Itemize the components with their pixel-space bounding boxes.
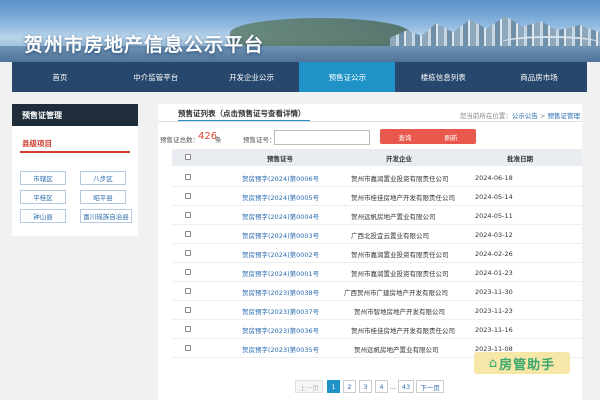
permit-number-link[interactable]: 贺房预字(2024)第0003号 <box>242 225 319 244</box>
county-link[interactable]: 富川瑶族自治县 <box>80 209 132 223</box>
approval-date: 2023-11-30 <box>475 287 513 296</box>
permit-number-link[interactable]: 贺房预字(2023)第0036号 <box>242 320 319 339</box>
permit-number-link[interactable]: 贺房预字(2024)第0004号 <box>242 206 319 225</box>
permit-number-link[interactable]: 贺房预字(2024)第0005号 <box>242 187 319 206</box>
developer-name: 贺州市桂佳房地产开发有限责任公司 <box>351 193 455 202</box>
permit-number-link[interactable]: 贺房预字(2024)第0002号 <box>242 244 319 263</box>
approval-date: 2024-06-18 <box>475 173 513 182</box>
nav-item-agency-supervision[interactable]: 中介监管平台 <box>108 62 204 92</box>
developer-name: 广西贺州市广建房地产开发有限公司 <box>344 288 448 297</box>
developer-name: 贺州市嘉润置业投资有限责任公司 <box>351 250 449 259</box>
table-row: 贺房预字(2024)第0001号 贺州市嘉润置业投资有限责任公司 2024-01… <box>172 263 582 282</box>
row-checkbox[interactable] <box>185 174 191 180</box>
sidebar-divider <box>20 151 130 153</box>
column-header-approval-date: 批准日期 <box>507 154 533 163</box>
permit-number-input[interactable] <box>274 130 370 145</box>
approval-date: 2024-03-12 <box>475 230 513 239</box>
row-checkbox[interactable] <box>185 231 191 237</box>
table-row: 贺房预字(2024)第0005号 贺州市桂佳房地产开发有限责任公司 2024-0… <box>172 187 582 206</box>
approval-date: 2024-01-23 <box>475 268 513 277</box>
row-checkbox[interactable] <box>185 288 191 294</box>
sidebar-heading: 预售证管理 <box>12 104 138 126</box>
row-checkbox[interactable] <box>185 250 191 256</box>
row-checkbox[interactable] <box>185 269 191 275</box>
permit-number-link[interactable]: 贺房预字(2023)第0037号 <box>242 301 319 320</box>
table-row: 贺房预字(2023)第0036号 贺州市桂佳房地产开发有限责任公司 2023-1… <box>172 320 582 339</box>
developer-name: 贺州远帆房地产置业有限公司 <box>354 345 439 354</box>
permit-number-link[interactable]: 贺房预字(2023)第0035号 <box>242 339 319 358</box>
header-banner: 贺州市房地产信息公示平台 <box>0 0 600 62</box>
nav-item-developer-disclosure[interactable]: 开发企业公示 <box>204 62 300 92</box>
permit-number-link[interactable]: 贺房预字(2024)第0006号 <box>242 168 319 187</box>
approval-date: 2023-11-23 <box>475 306 513 315</box>
county-link[interactable]: 昭平县 <box>80 190 126 204</box>
developer-name: 贺州远帆房地产置业有限公司 <box>351 212 436 221</box>
banner-bridge <box>500 36 600 50</box>
select-all-checkbox[interactable] <box>185 154 191 160</box>
nav-item-commercial-housing-market[interactable]: 商品房市场 <box>491 62 587 92</box>
table-row: 贺房预字(2023)第0038号 广西贺州市广建房地产开发有限公司 2023-1… <box>172 282 582 301</box>
table-header: 预售证号 开发企业 批准日期 <box>172 149 582 166</box>
county-link[interactable]: 钟山县 <box>20 209 66 223</box>
developer-name: 贺州市嘉润置业投资有限责任公司 <box>351 269 449 278</box>
row-checkbox[interactable] <box>185 307 191 313</box>
breadcrumb-separator: > <box>537 112 548 120</box>
breadcrumb-link-announcements[interactable]: 公示公告 <box>512 112 538 120</box>
tab-presale-list[interactable]: 预售证列表（点击预售证号查看详情） <box>178 108 306 119</box>
pagination-page[interactable]: 1 <box>327 380 340 393</box>
house-assistant-icon: ⌂ <box>488 355 498 371</box>
permit-count-unit: 条 <box>215 136 222 144</box>
row-checkbox[interactable] <box>185 345 191 351</box>
county-link[interactable]: 平桂区 <box>20 190 66 204</box>
approval-date: 2023-11-16 <box>475 325 513 334</box>
refresh-button[interactable]: 刷新 <box>426 129 476 144</box>
pagination-page[interactable]: 4 <box>375 380 388 393</box>
county-link[interactable]: 市辖区 <box>20 171 66 185</box>
developer-name: 贺州市嘉润置业投资有限责任公司 <box>351 174 449 183</box>
approval-date: 2024-05-11 <box>475 211 513 220</box>
pagination-prev[interactable]: 上一页 <box>295 380 323 393</box>
permit-count-label: 预售证总数： <box>160 136 199 144</box>
row-checkbox[interactable] <box>185 326 191 332</box>
main-nav: 首页 中介监管平台 开发企业公示 预售证公示 楼栋信息列表 商品房市场 <box>12 62 587 92</box>
table-row: 贺房预字(2023)第0037号 贺州市智地房地产开发有限公司 2023-11-… <box>172 301 582 320</box>
permit-number-label: 预售证号： <box>243 136 276 144</box>
row-checkbox[interactable] <box>185 193 191 199</box>
site-title: 贺州市房地产信息公示平台 <box>24 34 265 56</box>
table-row: 贺房预字(2024)第0003号 广西北投宜云置业有限公司 2024-03-12 <box>172 225 582 244</box>
table-row: 贺房预字(2024)第0004号 贺州远帆房地产置业有限公司 2024-05-1… <box>172 206 582 225</box>
main-divider <box>158 121 582 122</box>
county-link[interactable]: 八步区 <box>80 171 126 185</box>
sidebar-section-title: 县级项目 <box>22 139 52 148</box>
pagination-page[interactable]: 2 <box>343 380 356 393</box>
pagination-ellipsis: ... <box>389 382 397 391</box>
pagination-next[interactable]: 下一页 <box>416 380 444 393</box>
pagination-page[interactable]: 43 <box>398 380 414 393</box>
column-header-developer: 开发企业 <box>386 154 412 163</box>
developer-name: 贺州市桂佳房地产开发有限责任公司 <box>351 326 455 335</box>
breadcrumb-prefix: 您当前所在位置： <box>459 112 512 120</box>
row-checkbox[interactable] <box>185 212 191 218</box>
permit-number-link[interactable]: 贺房预字(2024)第0001号 <box>242 263 319 282</box>
developer-name: 广西北投宜云置业有限公司 <box>351 231 429 240</box>
breadcrumb: 您当前所在位置：公示公告 > 预售证管理 <box>460 110 580 120</box>
pagination-page[interactable]: 3 <box>359 380 372 393</box>
permit-number-link[interactable]: 贺房预字(2023)第0038号 <box>242 282 319 301</box>
nav-item-presale-permit[interactable]: 预售证公示 <box>299 62 396 92</box>
watermark-text: 房管助手 <box>499 357 556 373</box>
approval-date: 2024-05-14 <box>475 192 513 201</box>
table-row: 贺房预字(2024)第0002号 贺州市嘉润置业投资有限责任公司 2024-02… <box>172 244 582 263</box>
watermark-badge: ⌂ 房管助手 <box>474 352 570 374</box>
breadcrumb-current[interactable]: 预售证管理 <box>548 112 581 120</box>
nav-item-building-list[interactable]: 楼栋信息列表 <box>395 62 491 92</box>
column-header-permit-no: 预售证号 <box>267 154 293 163</box>
developer-name: 贺州市智地房地产开发有限公司 <box>354 307 445 316</box>
nav-item-home[interactable]: 首页 <box>12 62 108 92</box>
table-row: 贺房预字(2024)第0006号 贺州市嘉润置业投资有限责任公司 2024-06… <box>172 168 582 187</box>
search-button[interactable]: 查询 <box>380 129 430 144</box>
approval-date: 2024-02-26 <box>475 249 513 258</box>
